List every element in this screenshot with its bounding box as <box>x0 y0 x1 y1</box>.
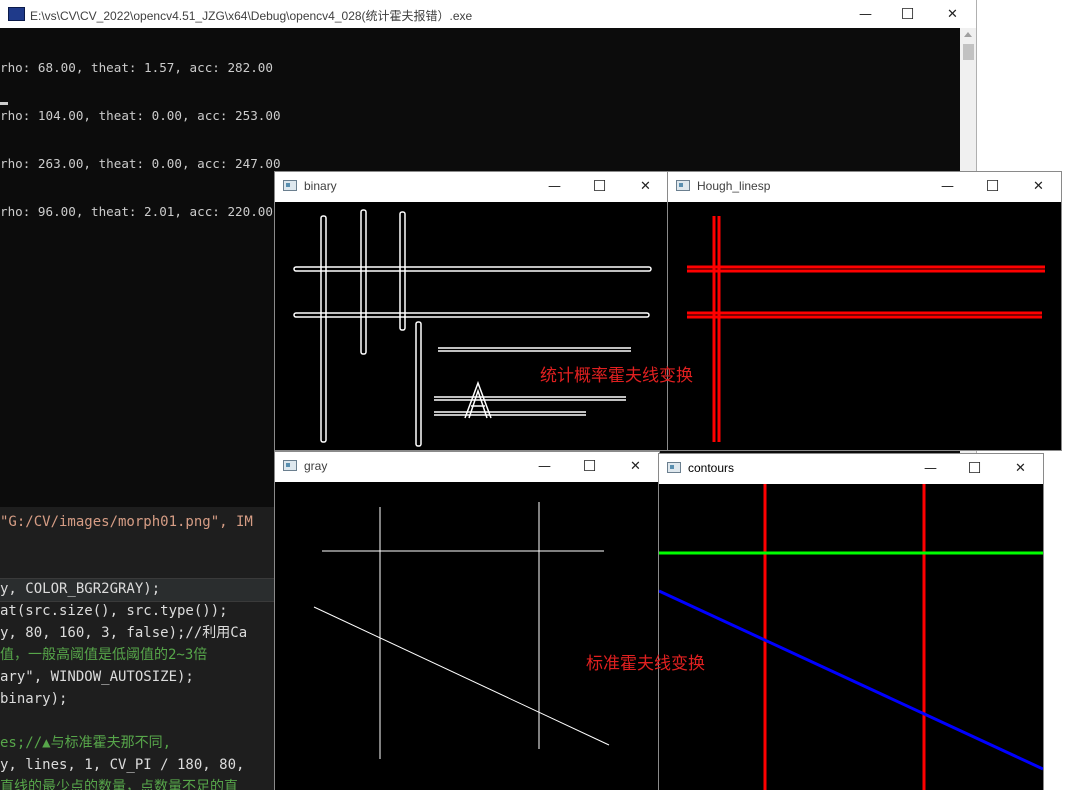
maximize-button[interactable]: ☐ <box>888 0 927 30</box>
minimize-button[interactable]: — <box>928 172 967 202</box>
close-button[interactable]: ✕ <box>1019 172 1058 202</box>
gray-title: gray <box>304 459 328 473</box>
hough-linesp-image <box>668 202 1061 450</box>
code-line: at(src.size(), src.type()); <box>0 603 228 619</box>
console-line: rho: 263.00, theat: 0.00, acc: 247.00 <box>0 156 281 171</box>
standard-hough-lines-image <box>659 484 1043 790</box>
scroll-up-arrow-icon[interactable] <box>964 32 972 37</box>
console-line: rho: 104.00, theat: 0.00, acc: 253.00 <box>0 108 281 123</box>
window-icon <box>283 180 297 191</box>
probabilistic-lines-image <box>687 216 1045 442</box>
hough-linesp-title: Hough_linesp <box>697 179 771 193</box>
maximize-button[interactable]: ☐ <box>570 452 609 482</box>
scrollbar-thumb[interactable] <box>963 44 974 60</box>
maximize-button[interactable]: ☐ <box>580 172 619 202</box>
contours-title: contours <box>688 461 735 475</box>
code-editor[interactable]: "G:/CV/images/morph01.png", IM y, COLOR_… <box>0 507 275 790</box>
window-icon <box>667 462 681 473</box>
binary-image <box>275 202 667 450</box>
code-line: y, lines, 1, CV_PI / 180, 80, <box>0 757 245 773</box>
binary-titlebar[interactable]: binary — ☐ ✕ <box>275 172 667 202</box>
binary-edges-image <box>293 209 652 447</box>
gray-window[interactable]: gray — ☐ ✕ <box>274 451 660 790</box>
close-button[interactable]: ✕ <box>933 0 972 30</box>
gray-titlebar[interactable]: gray — ☐ ✕ <box>275 452 659 482</box>
code-line: y, COLOR_BGR2GRAY); <box>0 581 161 597</box>
console-cursor <box>0 102 8 105</box>
code-line: "G:/CV/images/morph01.png", IM <box>0 514 253 530</box>
contours-image <box>659 484 1043 790</box>
close-button[interactable]: ✕ <box>1001 454 1040 484</box>
code-line: es;//▲与标准霍夫那不同, <box>0 735 172 751</box>
console-app-icon <box>8 7 25 21</box>
code-line: ary", WINDOW_AUTOSIZE); <box>0 669 194 685</box>
close-button[interactable]: ✕ <box>616 452 655 482</box>
code-line: 直线的最少点的数量，点数量不足的直 <box>0 779 238 790</box>
minimize-button[interactable]: — <box>535 172 574 202</box>
gray-image <box>275 482 659 790</box>
minimize-button[interactable]: — <box>525 452 564 482</box>
gray-lines-image <box>313 502 610 759</box>
console-line: rho: 96.00, theat: 2.01, acc: 220.00 <box>0 204 273 219</box>
console-output: rho: 68.00, theat: 1.57, acc: 282.00 rho… <box>0 28 281 252</box>
standard-hough-label: 标准霍夫线变换 <box>586 654 705 674</box>
minimize-button[interactable]: — <box>911 454 950 484</box>
binary-title: binary <box>304 179 337 193</box>
code-line: 值，一般高阈值是低阈值的2~3倍 <box>0 647 208 663</box>
contours-titlebar[interactable]: contours — ☐ ✕ <box>659 454 1043 484</box>
hough-linesp-window[interactable]: Hough_linesp — ☐ ✕ <box>667 171 1062 451</box>
binary-window[interactable]: binary — ☐ ✕ <box>274 171 668 451</box>
minimize-button[interactable]: — <box>846 0 885 30</box>
window-icon <box>283 460 297 471</box>
probabilistic-hough-label: 统计概率霍夫线变换 <box>540 366 693 386</box>
hough-linesp-titlebar[interactable]: Hough_linesp — ☐ ✕ <box>668 172 1061 202</box>
contours-window[interactable]: contours — ☐ ✕ <box>658 453 1044 790</box>
maximize-button[interactable]: ☐ <box>973 172 1012 202</box>
window-icon <box>676 180 690 191</box>
console-line: rho: 68.00, theat: 1.57, acc: 282.00 <box>0 60 273 75</box>
console-title: E:\vs\CV\CV_2022\opencv4.51_JZG\x64\Debu… <box>30 9 473 23</box>
code-line: binary); <box>0 691 68 707</box>
maximize-button[interactable]: ☐ <box>955 454 994 484</box>
code-line: y, 80, 160, 3, false);//利用Ca <box>0 625 248 641</box>
console-titlebar[interactable]: E:\vs\CV\CV_2022\opencv4.51_JZG\x64\Debu… <box>0 0 976 30</box>
close-button[interactable]: ✕ <box>626 172 665 202</box>
